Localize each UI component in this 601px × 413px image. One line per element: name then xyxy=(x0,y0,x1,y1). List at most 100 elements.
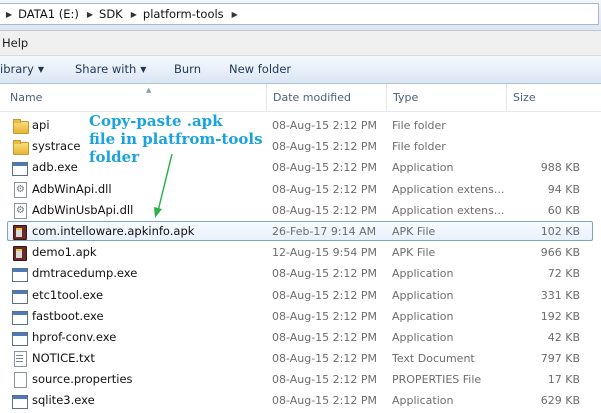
exe-icon xyxy=(12,393,28,410)
annotation-text: Copy-paste .apk file in platfrom-tools f… xyxy=(89,112,269,166)
annotation-line-1: Copy-paste .apk xyxy=(89,112,223,130)
share-with-button[interactable]: Share with ▼ xyxy=(75,62,146,76)
file-name: fastboot.exe xyxy=(32,308,104,323)
file-date-modified: 08-Aug-15 2:12 PM xyxy=(272,309,377,323)
column-header-row: Name Date modified Type Size xyxy=(0,84,601,112)
file-size: 966 KB xyxy=(540,246,580,260)
file-date-modified: 08-Aug-15 2:12 PM xyxy=(272,182,377,196)
file-type: File folder xyxy=(392,140,446,154)
apk-icon xyxy=(12,224,28,240)
breadcrumb-item-sdk[interactable]: SDK xyxy=(99,7,123,21)
file-date-modified: 08-Aug-15 2:12 PM xyxy=(272,288,377,302)
file-size: 60 KB xyxy=(547,203,580,217)
column-header-size[interactable]: Size xyxy=(506,84,601,111)
file-size: 331 KB xyxy=(540,288,580,302)
dll-icon xyxy=(12,181,28,198)
file-type: Application xyxy=(392,330,454,344)
text-file-icon xyxy=(12,351,28,368)
file-name: AdbWinApi.dll xyxy=(32,181,112,196)
menu-help[interactable]: Help xyxy=(0,36,28,50)
file-row[interactable]: dmtracedump.exe 08-Aug-15 2:12 PM Applicat… xyxy=(0,263,601,284)
new-folder-button[interactable]: New folder xyxy=(229,62,291,76)
file-type: Application xyxy=(392,394,454,408)
chevron-right-icon[interactable]: ▶ xyxy=(131,10,137,19)
menu-bar: Help xyxy=(0,31,601,56)
sort-ascending-icon: ▲ xyxy=(146,86,152,94)
file-type: Application extens... xyxy=(392,182,505,196)
file-icon xyxy=(12,372,28,389)
exe-icon xyxy=(12,160,28,177)
exe-icon xyxy=(12,309,28,325)
file-row[interactable]: hprof-conv.exe 08-Aug-15 2:12 PM Applicati… xyxy=(0,327,601,348)
file-date-modified: 08-Aug-15 2:12 PM xyxy=(272,203,377,217)
file-size: 72 KB xyxy=(547,267,580,281)
file-size: 102 KB xyxy=(540,224,580,238)
file-size xyxy=(512,136,580,157)
file-name: source.properties xyxy=(32,372,133,387)
file-row[interactable]: etc1tool.exe 08-Aug-15 2:12 PM Application… xyxy=(0,285,601,306)
file-date-modified: 12-Aug-15 9:54 PM xyxy=(272,246,377,260)
file-type: Text Document xyxy=(392,352,475,366)
file-date-modified: 08-Aug-15 2:12 PM xyxy=(272,161,377,175)
file-name: NOTICE.txt xyxy=(32,351,95,366)
file-size: 797 KB xyxy=(540,352,580,366)
breadcrumb-item-platform-tools[interactable]: platform-tools xyxy=(143,7,224,21)
file-size: 94 KB xyxy=(547,182,580,196)
file-date-modified: 08-Aug-15 2:12 PM xyxy=(272,140,377,154)
include-in-library-button[interactable]: ibrary ▼ xyxy=(0,62,44,76)
file-date-modified: 08-Aug-15 2:12 PM xyxy=(272,119,377,132)
file-date-modified: 26-Feb-17 9:14 AM xyxy=(272,224,377,238)
file-date-modified: 08-Aug-15 2:12 PM xyxy=(272,352,377,366)
file-name: etc1tool.exe xyxy=(32,287,104,302)
file-name: hprof-conv.exe xyxy=(32,329,117,344)
column-header-date-modified[interactable]: Date modified xyxy=(266,84,386,111)
file-date-modified: 08-Aug-15 2:12 PM xyxy=(272,330,377,344)
chevron-down-icon: ▼ xyxy=(37,65,44,74)
folder-icon xyxy=(12,139,29,156)
chevron-right-icon[interactable]: ▶ xyxy=(232,10,238,19)
file-size: 192 KB xyxy=(540,309,580,323)
file-size xyxy=(512,115,580,136)
file-name: AdbWinUsbApi.dll xyxy=(32,202,134,217)
file-row[interactable]: demo1.apk 12-Aug-15 9:54 PM APK File 966 KB xyxy=(0,242,601,263)
file-date-modified: 08-Aug-15 2:12 PM xyxy=(272,373,377,387)
file-row[interactable]: NOTICE.txt 08-Aug-15 2:12 PM Text Document… xyxy=(0,348,601,369)
apk-icon xyxy=(12,245,28,262)
file-type: Application xyxy=(392,288,454,302)
file-row[interactable]: com.intelloware.apkinfo.apk 26-Feb-17 9:1… xyxy=(0,220,601,242)
dll-icon xyxy=(12,202,28,219)
file-size: 42 KB xyxy=(547,330,580,344)
annotation-line-3: folder xyxy=(89,148,140,166)
file-size: 17 KB xyxy=(547,373,580,387)
file-name: com.intelloware.apkinfo.apk xyxy=(32,223,195,238)
command-bar: ibrary ▼ Share with ▼ Burn New folder xyxy=(0,56,601,84)
column-header-type[interactable]: Type xyxy=(386,84,506,111)
file-type: APK File xyxy=(392,246,436,260)
file-name: demo1.apk xyxy=(32,245,97,260)
chevron-right-icon[interactable]: ▶ xyxy=(6,10,12,19)
burn-button[interactable]: Burn xyxy=(174,62,201,76)
file-type: APK File xyxy=(392,224,436,238)
file-size: 629 KB xyxy=(540,394,580,408)
breadcrumb[interactable]: ▶ DATA1 (E:) ▶ SDK ▶ platform-tools ▶ xyxy=(0,3,599,25)
folder-icon xyxy=(12,118,29,134)
chevron-right-icon[interactable]: ▶ xyxy=(87,10,93,19)
file-type: File folder xyxy=(392,119,446,132)
file-type: Application xyxy=(392,309,454,323)
library-label: ibrary xyxy=(0,62,34,76)
file-row[interactable]: AdbWinUsbApi.dll 08-Aug-15 2:12 PM Applica… xyxy=(0,200,601,221)
breadcrumb-item-data1[interactable]: DATA1 (E:) xyxy=(18,7,79,21)
file-type: Application extens... xyxy=(392,203,505,217)
file-date-modified: 08-Aug-15 2:12 PM xyxy=(272,267,377,281)
file-row[interactable]: source.properties 08-Aug-15 2:12 PM PROPER… xyxy=(0,369,601,390)
file-date-modified: 08-Aug-15 2:12 PM xyxy=(272,394,377,408)
chevron-down-icon: ▼ xyxy=(140,65,147,74)
column-header-name[interactable]: Name xyxy=(4,84,266,111)
file-row[interactable]: fastboot.exe 08-Aug-15 2:12 PM Application… xyxy=(0,306,601,327)
file-row[interactable]: sqlite3.exe 08-Aug-15 2:12 PM Application 6… xyxy=(0,390,601,411)
file-name: sqlite3.exe xyxy=(32,393,95,408)
file-size: 988 KB xyxy=(540,161,580,175)
file-type: Application xyxy=(392,267,454,281)
file-row[interactable]: AdbWinApi.dll 08-Aug-15 2:12 PM Applicatio… xyxy=(0,179,601,200)
share-with-label: Share with xyxy=(75,62,137,76)
